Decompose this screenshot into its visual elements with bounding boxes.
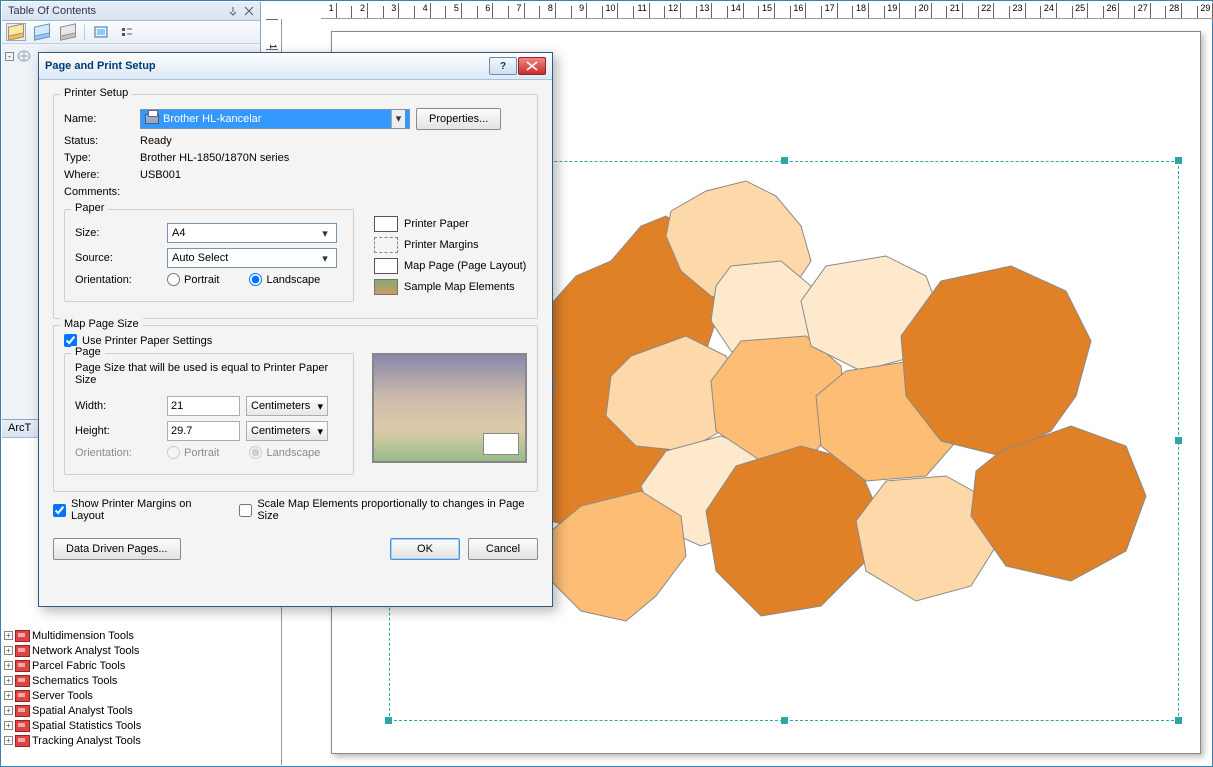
paper-source-value: Auto Select — [172, 252, 228, 264]
properties-button[interactable]: Properties... — [416, 108, 501, 130]
height-input[interactable] — [167, 421, 240, 441]
toolbox-item[interactable]: +Parcel Fabric Tools — [4, 658, 259, 673]
width-input[interactable] — [167, 396, 240, 416]
printer-setup-group: Printer Setup Name: Brother HL-kancelar … — [53, 94, 538, 319]
comments-label: Comments: — [64, 186, 134, 198]
width-units-combo[interactable]: Centimeters▾ — [246, 396, 328, 416]
height-units-combo[interactable]: Centimeters▾ — [246, 421, 328, 441]
horizontal-ruler: 1234567891011121314151617181920212223242… — [321, 2, 1213, 19]
toolbox-icon — [15, 705, 30, 717]
paper-group: Paper Size: A4 ▾ Source: Auto Select — [64, 209, 354, 302]
status-value: Ready — [140, 135, 172, 147]
options-icon[interactable] — [117, 23, 137, 41]
data-driven-pages-button[interactable]: Data Driven Pages... — [53, 538, 181, 560]
preview-thumbnail — [372, 353, 527, 463]
where-value: USB001 — [140, 169, 181, 181]
chevron-down-icon: ▾ — [318, 227, 332, 240]
printer-icon — [145, 114, 159, 124]
toolbox-item[interactable]: +Spatial Statistics Tools — [4, 718, 259, 733]
resize-handle-e[interactable] — [1175, 437, 1182, 444]
height-label: Height: — [75, 425, 161, 437]
pin-icon[interactable] — [228, 6, 238, 16]
dialog-titlebar[interactable]: Page and Print Setup ? — [39, 53, 552, 80]
printer-name-value: Brother HL-kancelar — [163, 113, 261, 125]
list-by-selection-icon[interactable] — [91, 23, 111, 41]
page-preview — [372, 347, 527, 463]
sample-map-swatch — [374, 279, 398, 295]
close-button[interactable] — [518, 57, 546, 75]
toolbox-icon — [15, 630, 30, 642]
paper-size-label: Size: — [75, 227, 161, 239]
toc-titlebar: Table Of Contents — [2, 2, 260, 21]
status-label: Status: — [64, 135, 134, 147]
toc-title-text: Table Of Contents — [8, 5, 96, 17]
page-hint: Page Size that will be used is equal to … — [75, 362, 343, 386]
paper-size-value: A4 — [172, 227, 185, 239]
toolbox-item[interactable]: +Spatial Analyst Tools — [4, 703, 259, 718]
printer-paper-swatch — [374, 216, 398, 232]
type-value: Brother HL-1850/1870N series — [140, 152, 289, 164]
page-legend: Page — [71, 346, 105, 358]
legend-panel: Printer Paper Printer Margins Map Page (… — [374, 203, 526, 300]
paper-source-combo[interactable]: Auto Select ▾ — [167, 248, 337, 268]
list-by-source-icon[interactable] — [32, 23, 52, 41]
list-by-visibility-icon[interactable] — [58, 23, 78, 41]
resize-handle-n[interactable] — [781, 157, 788, 164]
toolbox-item[interactable]: +Server Tools — [4, 688, 259, 703]
close-icon[interactable] — [244, 6, 254, 16]
paper-source-label: Source: — [75, 252, 161, 264]
resize-handle-ne[interactable] — [1175, 157, 1182, 164]
map-page-size-group: Map Page Size Use Printer Paper Settings… — [53, 325, 538, 492]
printer-name-label: Name: — [64, 113, 134, 125]
printer-margins-swatch — [374, 237, 398, 253]
toolbox-item[interactable]: +Tracking Analyst Tools — [4, 733, 259, 748]
paper-orientation-label: Orientation: — [75, 274, 161, 286]
paper-size-combo[interactable]: A4 ▾ — [167, 223, 337, 243]
help-button[interactable]: ? — [489, 57, 517, 75]
scale-map-elements-checkbox[interactable]: Scale Map Elements proportionally to cha… — [239, 498, 538, 522]
toolbox-icon — [15, 645, 30, 657]
page-print-setup-dialog: Page and Print Setup ? Printer Setup Nam… — [38, 52, 553, 607]
page-group: Page Page Size that will be used is equa… — [64, 353, 354, 475]
map-page-swatch — [374, 258, 398, 274]
portrait-radio[interactable]: Portrait — [167, 273, 219, 286]
chevron-down-icon: ▾ — [317, 400, 323, 413]
cancel-button[interactable]: Cancel — [468, 538, 538, 560]
where-label: Where: — [64, 169, 134, 181]
width-label: Width: — [75, 400, 161, 412]
ok-button[interactable]: OK — [390, 538, 460, 560]
toolbox-icon — [15, 735, 30, 747]
resize-handle-sw[interactable] — [385, 717, 392, 724]
resize-handle-s[interactable] — [781, 717, 788, 724]
type-label: Type: — [64, 152, 134, 164]
printer-setup-legend: Printer Setup — [60, 87, 132, 99]
use-printer-paper-checkbox[interactable]: Use Printer Paper Settings — [64, 334, 527, 347]
landscape-radio[interactable]: Landscape — [249, 273, 320, 286]
show-printer-margins-checkbox[interactable]: Show Printer Margins on Layout — [53, 498, 221, 522]
toolbox-item[interactable]: +Network Analyst Tools — [4, 643, 259, 658]
toolbox-icon — [15, 660, 30, 672]
printer-name-combo[interactable]: Brother HL-kancelar ▾ — [140, 109, 410, 129]
resize-handle-se[interactable] — [1175, 717, 1182, 724]
paper-legend: Paper — [71, 202, 108, 214]
dialog-title-text: Page and Print Setup — [45, 60, 156, 72]
map-page-size-legend: Map Page Size — [60, 318, 143, 330]
page-orientation-label: Orientation: — [75, 447, 161, 459]
toolbox-icon — [15, 675, 30, 687]
chevron-down-icon: ▾ — [391, 110, 405, 128]
toolbox-icon — [15, 720, 30, 732]
toolbox-item[interactable]: +Schematics Tools — [4, 673, 259, 688]
toc-toolbar — [2, 21, 260, 44]
list-by-drawing-order-icon[interactable] — [6, 23, 26, 41]
page-landscape-radio: Landscape — [249, 446, 320, 459]
page-portrait-radio: Portrait — [167, 446, 219, 459]
toolbox-item[interactable]: +Multidimension Tools — [4, 628, 259, 643]
chevron-down-icon: ▾ — [318, 252, 332, 265]
toolbox-icon — [15, 690, 30, 702]
chevron-down-icon: ▾ — [317, 425, 323, 438]
